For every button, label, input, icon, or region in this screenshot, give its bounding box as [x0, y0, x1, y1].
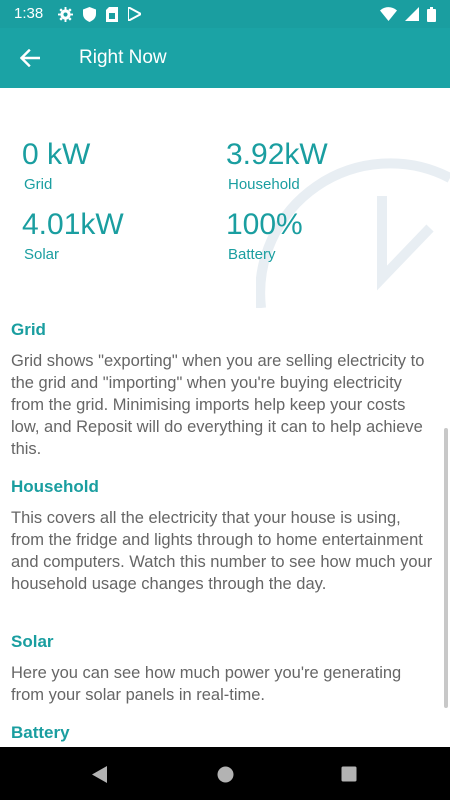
sim-card-icon [106, 6, 118, 22]
section-heading: Solar [11, 632, 54, 651]
status-icons-right [380, 6, 436, 22]
nav-back-icon [91, 765, 107, 783]
section-body: This covers all the electricity that you… [11, 509, 433, 593]
battery-stat: 100% Battery [226, 208, 303, 263]
nav-home-icon [217, 766, 233, 782]
grid-value: 0 kW [22, 138, 91, 171]
signal-icon [405, 7, 419, 21]
section-heading: Grid [11, 320, 46, 339]
status-time: 1:38 [14, 5, 44, 22]
household-section: Household This covers all the electricit… [11, 477, 435, 595]
status-bar: 1:38 [0, 0, 450, 28]
battery-label: Battery [228, 246, 276, 263]
status-icons-left [58, 6, 141, 22]
section-heading: Battery [11, 723, 70, 742]
battery-value: 100% [226, 208, 303, 241]
battery-icon [427, 6, 436, 22]
household-label: Household [228, 176, 300, 193]
play-store-icon [128, 7, 141, 21]
shield-icon [83, 6, 96, 22]
section-heading: Household [11, 477, 99, 496]
scrollbar[interactable] [444, 428, 448, 708]
nav-recents-button[interactable] [339, 764, 359, 784]
section-body: Grid shows "exporting" when you are sell… [11, 352, 425, 458]
section-body: Here you can see how much power you're g… [11, 664, 402, 704]
nav-back-button[interactable] [89, 764, 109, 784]
solar-value: 4.01kW [22, 208, 124, 241]
solar-stat: 4.01kW Solar [22, 208, 124, 263]
household-value: 3.92kW [226, 138, 328, 171]
nav-recents-icon [341, 766, 357, 782]
system-nav-bar [0, 747, 450, 800]
gear-icon [58, 6, 73, 22]
household-stat: 3.92kW Household [226, 138, 328, 193]
arrow-back-icon [20, 49, 40, 67]
battery-section: Battery [11, 723, 435, 743]
grid-label: Grid [24, 176, 53, 193]
content-scroll-area[interactable]: 0 kW Grid 3.92kW Household 4.01kW Solar … [0, 88, 450, 747]
page-title: Right Now [79, 47, 167, 68]
app-bar: Right Now [0, 28, 450, 88]
grid-stat: 0 kW Grid [22, 138, 90, 193]
nav-home-button[interactable] [215, 764, 235, 784]
solar-label: Solar [24, 246, 60, 263]
wifi-icon [380, 7, 397, 21]
solar-section: Solar Here you can see how much power yo… [11, 632, 435, 706]
back-button[interactable] [14, 42, 46, 74]
grid-section: Grid Grid shows "exporting" when you are… [11, 320, 435, 460]
